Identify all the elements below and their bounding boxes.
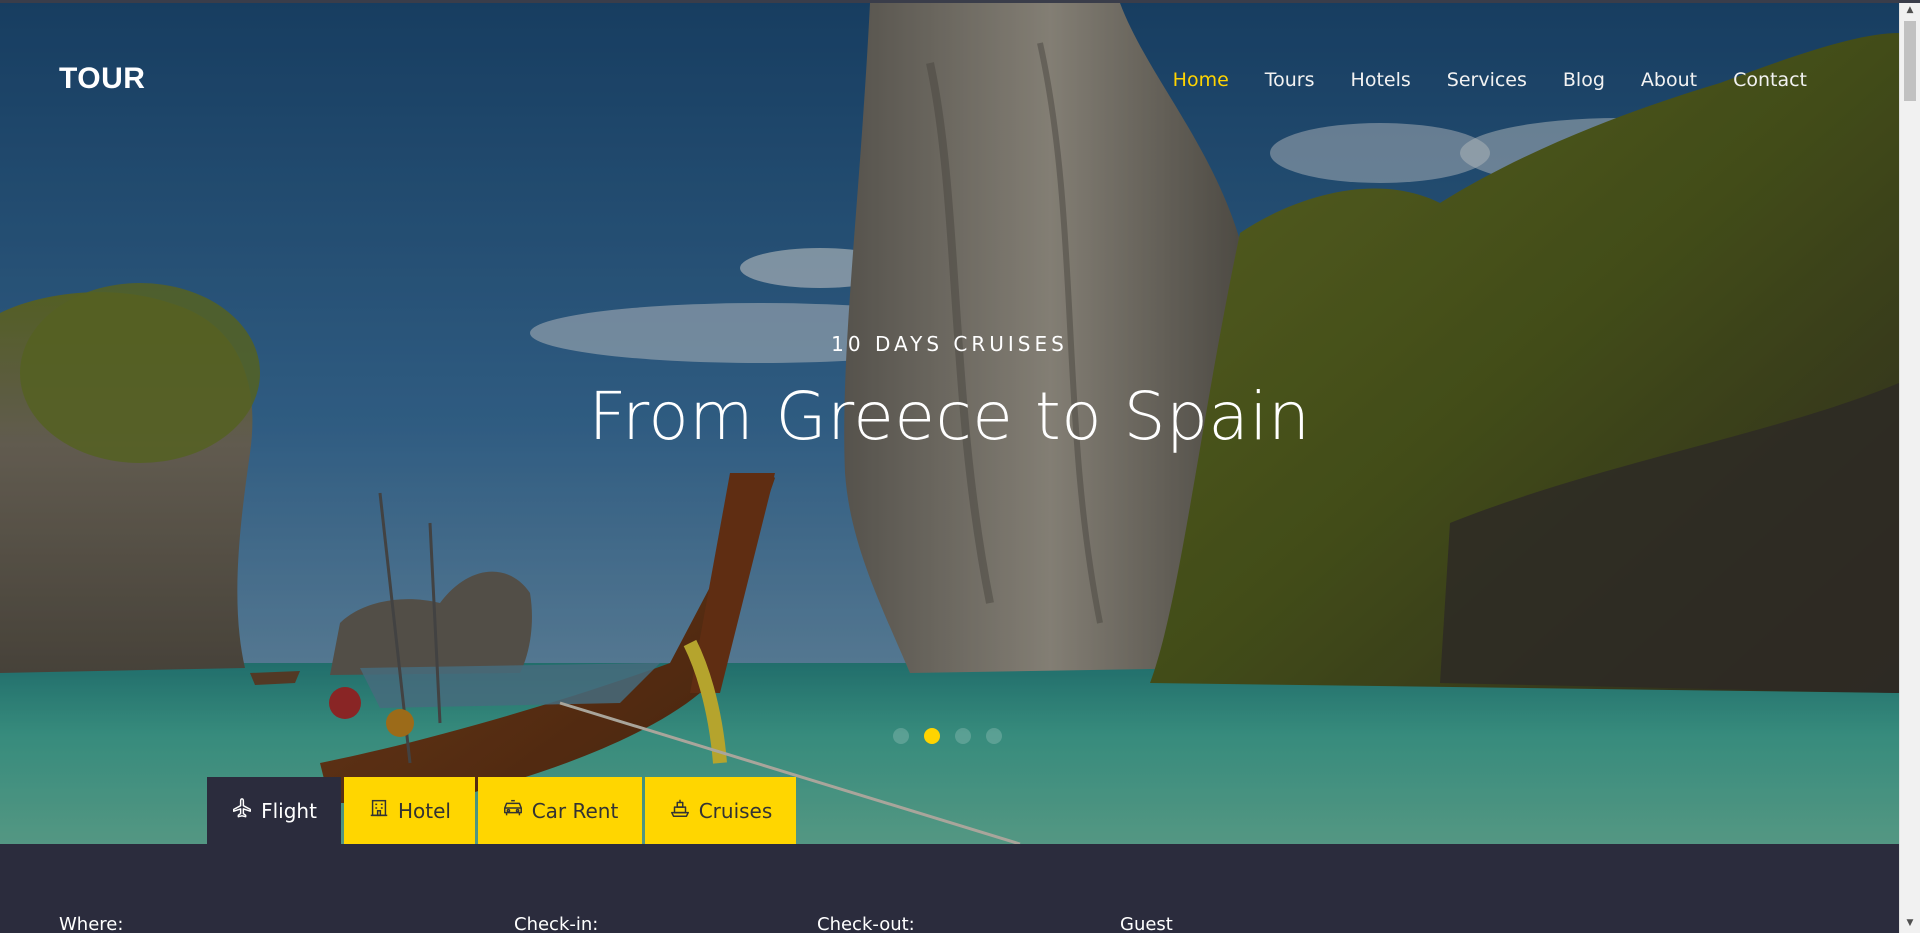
tab-hotel-label: Hotel: [398, 798, 451, 823]
nav-link-about[interactable]: About: [1623, 69, 1715, 91]
page-viewport: TOUR Home Tours Hotels Services Blog Abo…: [0, 0, 1899, 933]
tab-cruises-label: Cruises: [698, 798, 773, 823]
scroll-up-arrow-icon[interactable]: ▲: [1900, 1, 1920, 19]
tab-cruises[interactable]: Cruises: [645, 777, 796, 844]
tab-car-rent[interactable]: Car Rent: [478, 777, 642, 844]
nav-link-home[interactable]: Home: [1155, 69, 1247, 91]
tab-flight[interactable]: Flight: [207, 777, 341, 844]
checkin-label: Check-in:: [514, 914, 599, 933]
checkout-label: Check-out:: [817, 914, 915, 933]
nav-link-tours[interactable]: Tours: [1247, 69, 1333, 91]
scroll-down-arrow-icon[interactable]: ▼: [1900, 914, 1920, 932]
hero-title: From Greece to Spain: [588, 378, 1311, 455]
tab-hotel[interactable]: Hotel: [344, 777, 475, 844]
nav-link-contact[interactable]: Contact: [1715, 69, 1825, 91]
nav-link-hotels[interactable]: Hotels: [1333, 69, 1429, 91]
page-scrollbar[interactable]: ▲ ▼: [1899, 0, 1920, 933]
guest-label: Guest: [1120, 914, 1173, 933]
slider-dot[interactable]: [955, 728, 971, 744]
tab-flight-label: Flight: [261, 798, 317, 823]
slider-dots: [893, 728, 1002, 744]
slider-dot[interactable]: [986, 728, 1002, 744]
window-top-border: [0, 0, 1920, 3]
airplane-icon: [231, 797, 253, 824]
scroll-thumb[interactable]: [1904, 21, 1916, 101]
slider-dot-active[interactable]: [924, 728, 940, 744]
hero-subtitle: 10 DAYS CRUISES: [831, 332, 1068, 356]
ship-icon: [669, 797, 691, 824]
search-tabs: Flight Hotel Car Rent Cruises: [207, 777, 796, 844]
hotel-icon: [368, 797, 390, 824]
search-panel: Where: Check-in: Check-out: Guest: [0, 844, 1899, 933]
where-label: Where:: [59, 914, 124, 933]
main-nav: Home Tours Hotels Services Blog About Co…: [1155, 69, 1825, 91]
nav-link-services[interactable]: Services: [1429, 69, 1545, 91]
car-icon: [502, 797, 524, 824]
tab-car-rent-label: Car Rent: [531, 798, 619, 823]
site-logo[interactable]: TOUR: [59, 62, 145, 96]
slider-dot[interactable]: [893, 728, 909, 744]
nav-link-blog[interactable]: Blog: [1545, 69, 1623, 91]
